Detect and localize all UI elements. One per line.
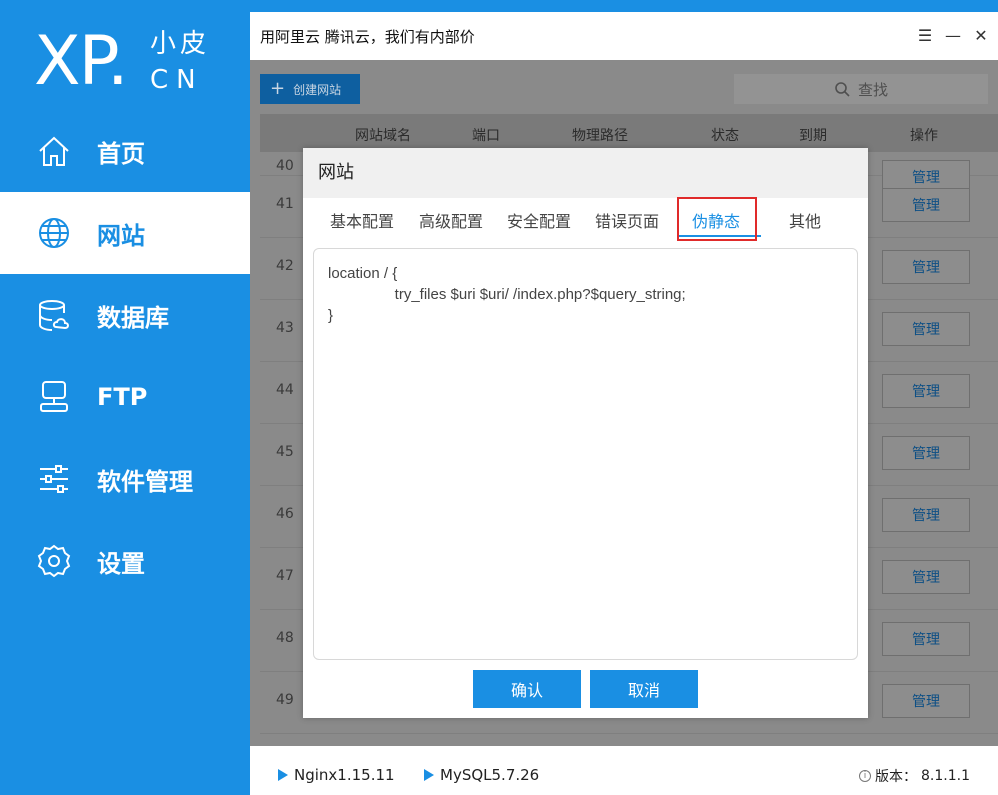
table-header: 网站域名 端口 物理路径 状态 到期 操作	[260, 114, 998, 152]
logo: XP. 小皮 CN	[34, 24, 234, 104]
sidebar-item-label: 首页	[97, 139, 145, 168]
row-number: 42	[276, 258, 294, 274]
sidebar-item-software[interactable]: 软件管理	[0, 438, 250, 520]
manage-button[interactable]: 管理	[882, 312, 970, 346]
mysql-status[interactable]: MySQL5.7.26	[424, 766, 539, 784]
row-number: 43	[276, 320, 294, 336]
row-number: 44	[276, 382, 294, 398]
sidebar-item-label: 数据库	[97, 303, 169, 332]
manage-button[interactable]: 管理	[882, 188, 970, 222]
dialog-title: 网站	[303, 148, 868, 198]
row-number: 47	[276, 568, 294, 584]
home-icon	[36, 133, 72, 169]
status-bar: Nginx1.15.11 MySQL5.7.26 i 版本： 8.1.1.1	[250, 746, 998, 795]
manage-button[interactable]: 管理	[882, 436, 970, 470]
play-icon	[278, 769, 288, 781]
manage-button[interactable]: 管理	[882, 560, 970, 594]
row-number: 41	[276, 196, 294, 212]
column-header-action: 操作	[910, 128, 938, 144]
tab-security-config[interactable]: 安全配置	[507, 208, 571, 232]
title-bar: 用阿里云 腾讯云，我们有内部价 ☰ — ✕	[250, 12, 998, 60]
sidebar-item-database[interactable]: 数据库	[0, 274, 250, 356]
window-controls: ☰ — ✕	[914, 24, 992, 46]
nginx-label: Nginx1.15.11	[294, 766, 395, 784]
create-website-button[interactable]: + 创建网站	[260, 74, 360, 104]
sidebar: XP. 小皮 CN 首页 网站 数据库 FTP 软件管理 设置	[0, 0, 250, 795]
code-line: try_files $uri $uri/ /index.php?$query_s…	[328, 286, 686, 303]
logo-cn-bottom: CN	[150, 65, 204, 95]
sidebar-nav: 首页 网站 数据库 FTP 软件管理 设置	[0, 110, 250, 602]
sidebar-item-label: 设置	[97, 549, 145, 578]
rewrite-rules-editor[interactable]: location / { try_files $uri $uri/ /index…	[313, 248, 858, 660]
sidebar-item-website[interactable]: 网站	[0, 192, 250, 274]
manage-button[interactable]: 管理	[882, 250, 970, 284]
database-icon	[36, 297, 72, 333]
sidebar-item-ftp[interactable]: FTP	[0, 356, 250, 438]
sidebar-item-label: 网站	[97, 221, 145, 250]
manage-button[interactable]: 管理	[882, 684, 970, 718]
column-header-port: 端口	[472, 128, 500, 144]
minimize-icon[interactable]: —	[942, 24, 964, 46]
logo-main: XP.	[34, 22, 129, 101]
dialog-tabs: 基本配置 高级配置 安全配置 错误页面 伪静态 其他	[303, 198, 868, 238]
tab-advanced-config[interactable]: 高级配置	[419, 208, 483, 232]
mysql-label: MySQL5.7.26	[440, 766, 540, 784]
menu-icon[interactable]: ☰	[914, 24, 936, 46]
nginx-status[interactable]: Nginx1.15.11	[278, 766, 395, 784]
sidebar-item-settings[interactable]: 设置	[0, 520, 250, 602]
manage-button[interactable]: 管理	[882, 374, 970, 408]
sidebar-item-label: FTP	[97, 383, 148, 411]
globe-icon	[36, 215, 72, 251]
tab-other[interactable]: 其他	[789, 208, 821, 232]
row-number: 45	[276, 444, 294, 460]
row-number: 46	[276, 506, 294, 522]
search-input[interactable]: 查找	[734, 74, 988, 104]
cancel-button[interactable]: 取消	[590, 670, 698, 708]
info-icon: i	[859, 770, 872, 782]
sliders-icon	[36, 461, 72, 497]
tab-error-pages[interactable]: 错误页面	[595, 208, 659, 232]
row-number: 49	[276, 692, 294, 708]
row-number: 40	[276, 158, 294, 174]
manage-button[interactable]: 管理	[882, 498, 970, 532]
version-label: 版本：	[875, 769, 918, 785]
logo-cn-top: 小皮	[150, 29, 211, 59]
manage-button[interactable]: 管理	[882, 622, 970, 656]
search-icon	[835, 82, 850, 97]
sidebar-item-label: 软件管理	[97, 467, 193, 496]
tab-highlight-box	[677, 197, 757, 241]
confirm-button[interactable]: 确认	[473, 670, 581, 708]
row-number: 48	[276, 630, 294, 646]
code-line: location / {	[328, 265, 398, 282]
website-dialog: 网站 基本配置 高级配置 安全配置 错误页面 伪静态 其他 location /…	[303, 148, 868, 718]
version-info: i 版本： 8.1.1.1	[859, 766, 970, 786]
search-label: 查找	[857, 80, 888, 99]
gear-icon	[36, 543, 72, 579]
close-icon[interactable]: ✕	[970, 24, 992, 46]
play-icon	[424, 769, 434, 781]
column-header-domain: 网站域名	[355, 128, 411, 144]
code-line: }	[328, 307, 334, 324]
column-header-status: 状态	[711, 128, 739, 144]
app-title: 用阿里云 腾讯云，我们有内部价	[260, 28, 475, 46]
column-header-path: 物理路径	[572, 128, 628, 144]
sidebar-item-home[interactable]: 首页	[0, 110, 250, 192]
plus-icon: +	[270, 78, 286, 99]
version-number: 8.1.1.1	[921, 768, 970, 784]
ftp-icon	[36, 379, 72, 415]
create-website-label: 创建网站	[293, 82, 342, 97]
column-header-expiry: 到期	[799, 128, 827, 144]
tab-basic-config[interactable]: 基本配置	[330, 208, 394, 232]
